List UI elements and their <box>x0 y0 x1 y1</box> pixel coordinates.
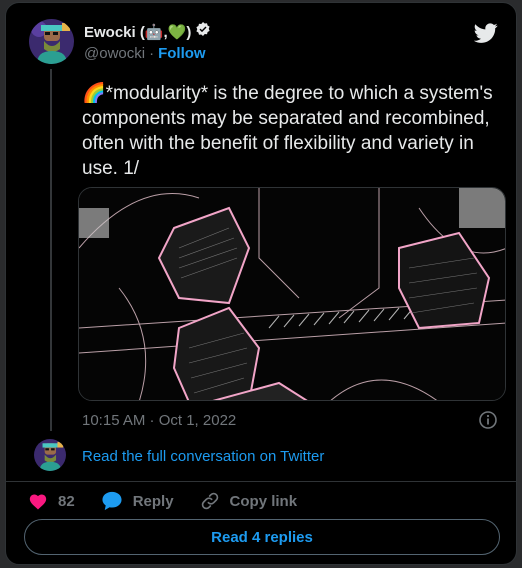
follow-button[interactable]: Follow <box>158 45 206 62</box>
author-handle[interactable]: @owocki <box>84 45 145 62</box>
author-avatar[interactable] <box>29 19 74 64</box>
info-icon[interactable] <box>478 410 498 430</box>
author-display-name[interactable]: Ewocki (🤖,💚) <box>84 23 191 41</box>
thread-line <box>50 69 52 431</box>
reply-button[interactable]: Reply <box>101 491 174 511</box>
action-bar: 82 Reply Copy link <box>28 491 323 511</box>
heart-icon <box>29 494 47 510</box>
tweet-media-image[interactable] <box>78 187 506 401</box>
tweet-timestamp[interactable]: 10:15 AM · Oct 1, 2022 <box>82 412 236 429</box>
conversation-avatar[interactable] <box>34 439 66 471</box>
twitter-bird-icon[interactable] <box>473 21 498 45</box>
divider <box>6 481 516 482</box>
tweet-text: 🌈*modularity* is the degree to which a s… <box>82 83 493 179</box>
read-replies-button[interactable]: Read 4 replies <box>24 519 500 555</box>
read-conversation-link[interactable]: Read the full conversation on Twitter <box>82 448 324 465</box>
reply-bubble-icon <box>102 491 122 511</box>
tweet-embed-card: Ewocki (🤖,💚) @owocki · Follow 🌈*modulari… <box>5 2 517 565</box>
link-icon <box>201 492 218 510</box>
verified-badge-icon <box>195 21 211 42</box>
copy-link-label: Copy link <box>229 492 298 510</box>
like-button[interactable]: 82 <box>28 492 75 510</box>
copy-link-button[interactable]: Copy link <box>200 491 298 511</box>
like-count: 82 <box>58 492 75 510</box>
author-handle-row: @owocki · Follow <box>84 45 206 62</box>
handle-separator: · <box>149 45 155 62</box>
author-name-row[interactable]: Ewocki (🤖,💚) <box>84 21 211 42</box>
reply-label: Reply <box>132 492 174 510</box>
